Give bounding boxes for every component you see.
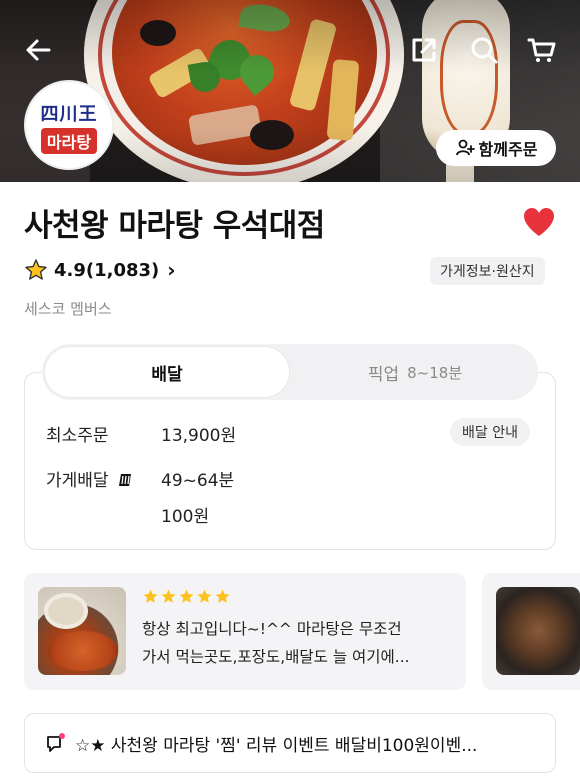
search-icon [471,37,498,64]
together-order-label: 함께주문 [478,140,538,159]
review-stars [142,588,231,605]
chevron-right-icon: › [167,258,176,282]
together-order-button[interactable]: 함께주문 [436,130,556,166]
tab-pickup-label: 픽업 [367,364,400,385]
store-logo-hanja: 四川王 [40,104,98,125]
store-info-origin-button[interactable]: 가게정보·원산지 [430,257,545,285]
cesco-membership-label: 세스코 멤버스 [24,300,112,318]
cart-icon [527,38,556,62]
star-icon [161,589,176,603]
star-icon [215,589,230,603]
tab-pickup-time: 8~18분 [407,363,463,382]
review-text-line: 가서 먹는곳도,포장도,배달도 늘 여기에... [142,648,410,666]
notice-text: ☆★ 사천왕 마라탕 '찜' 리뷰 이벤트 배달비100원이벤... [75,735,478,756]
back-arrow-icon [26,39,51,61]
review-photo [38,587,126,675]
review-text: 항상 최고입니다~!^^ 마라탕은 무조건 가서 먹는곳도,포장도,배달도 늘 … [142,615,454,671]
search-button[interactable] [466,32,502,68]
star-icon [25,259,47,280]
store-delivery-label: 가게배달 [46,471,109,491]
back-button[interactable] [20,32,56,68]
order-type-tabs: 배달 픽업 8~18분 [42,344,538,400]
delivery-fee: 100원 [161,507,210,527]
star-icon [143,589,158,603]
min-order-value: 13,900원 [161,426,237,446]
tab-pickup[interactable]: 픽업 8~18분 [292,344,538,400]
tab-delivery-label: 배달 [151,364,183,385]
review-card[interactable]: 항상 최고입니다~!^^ 마라탕은 무조건 가서 먹는곳도,포장도,배달도 늘 … [24,573,466,690]
tab-delivery[interactable]: 배달 [44,346,290,398]
store-name: 사천왕 마라탕 우석대점 [24,208,325,244]
notice-speech-icon [47,733,65,752]
review-photo-food [48,631,118,671]
add-person-icon [455,139,475,156]
favorite-heart-icon[interactable] [522,206,556,238]
store-rating-link[interactable]: 4.9(1,083) › [24,258,176,282]
review-text-line: 항상 최고입니다~!^^ 마라탕은 무조건 [142,620,402,638]
review-card[interactable] [482,573,580,690]
star-icon [197,589,212,603]
share-icon [412,38,436,62]
min-order-label: 최소주문 [46,426,109,446]
store-delivery-row: 가게배달 [46,466,134,491]
delivery-guide-button[interactable]: 배달 안내 [450,418,530,446]
store-notice-banner[interactable]: ☆★ 사천왕 마라탕 '찜' 리뷰 이벤트 배달비100원이벤... [24,713,556,773]
review-photo [496,587,580,675]
rating-value: 4.9(1,083) [54,259,160,281]
star-icon [179,589,194,603]
cart-button[interactable] [524,32,560,68]
store-logo-text: 마라탕 [40,128,98,154]
review-photo-bowl [44,593,88,629]
share-button[interactable] [406,32,442,68]
store-logo: 四川王 마라탕 [24,80,114,170]
delivery-time: 49~64분 [161,471,235,491]
store-delivery-icon [118,474,131,486]
